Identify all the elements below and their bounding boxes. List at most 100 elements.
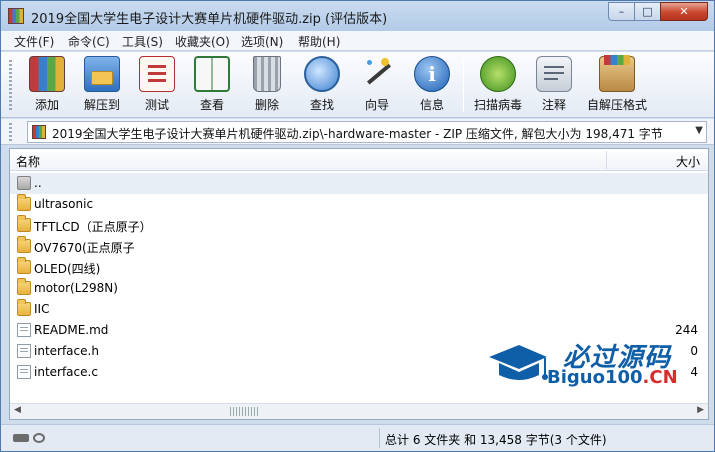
comment-label: 注释 [541,98,566,112]
file-row[interactable]: ultrasonic [10,194,708,215]
file-name: IIC [34,302,50,316]
view-label: 查看 [199,98,224,112]
key-icon[interactable] [33,433,45,443]
delete-label: 删除 [254,98,279,112]
info-button[interactable]: i 信息 [410,56,454,114]
title-bar[interactable]: 2019全国大学生电子设计大赛单片机硬件驱动.zip (评估版本) – □ ✕ [1,1,714,31]
add-label: 添加 [34,98,59,112]
extract-to-button[interactable]: 解压到 [79,56,125,114]
maximize-button[interactable]: □ [634,2,661,21]
file-name: interface.h [34,344,99,358]
find-button[interactable]: 查找 [300,56,344,114]
folder-icon [17,257,31,274]
toolbar-separator [463,58,464,112]
info-icon: i [414,56,450,92]
sfx-label: 自解压格式 [586,98,647,112]
wizard-label: 向导 [364,98,389,112]
menu-favorites[interactable]: 收藏夹(O) [175,33,230,50]
add-button[interactable]: 添加 [25,56,69,114]
wizard-icon [359,56,395,92]
minimize-button[interactable]: – [608,2,635,21]
file-size: 0 [690,344,698,358]
find-icon [304,56,340,92]
watermark-sub-main: Biguo100 [547,367,643,388]
column-size-header[interactable]: 大小 [676,153,700,170]
file-row[interactable]: IIC [10,299,708,320]
address-bar: 2019全国大学生电子设计大赛单片机硬件驱动.zip\-hardware-mas… [1,119,714,145]
wizard-button[interactable]: 向导 [355,56,399,114]
find-label: 查找 [309,98,334,112]
comment-icon [536,56,572,92]
document-icon [17,323,31,337]
delete-button[interactable]: 删除 [245,56,289,114]
sfx-icon [599,55,635,92]
watermark-sub-tld: .CN [642,367,678,388]
file-row-parent[interactable]: .. [10,173,708,194]
document-icon [17,365,31,379]
graduation-cap-icon [489,345,548,380]
sfx-button[interactable]: 自解压格式 [585,55,649,114]
address-grip[interactable] [9,123,12,141]
test-icon [139,56,175,92]
column-header: 名称 大小 [10,149,708,171]
file-name: motor(L298N) [34,281,118,295]
virus-scan-icon [480,56,516,92]
winrar-window: 2019全国大学生电子设计大赛单片机硬件驱动.zip (评估版本) – □ ✕ … [0,0,715,452]
status-bar: 总计 6 文件夹 和 13,458 字节(3 个文件) [1,424,714,451]
menu-options[interactable]: 选项(N) [241,33,283,50]
view-button[interactable]: 查看 [190,56,234,114]
file-name: interface.c [34,365,98,379]
window-title: 2019全国大学生电子设计大赛单片机硬件驱动.zip (评估版本) [31,12,388,27]
test-button[interactable]: 测试 [135,56,179,114]
file-name: ultrasonic [34,197,94,211]
winrar-app-icon[interactable] [8,8,24,24]
scroll-right-icon[interactable]: ▶ [697,405,704,415]
watermark-subtitle: Biguo100.CN [547,367,678,388]
horizontal-scrollbar[interactable]: ◀ ▶ [10,403,708,419]
watermark-logo: 必过源码 Biguo100.CN [487,337,687,393]
file-name: OLED(四线) [34,262,101,276]
view-icon [194,56,230,92]
column-name-header[interactable]: 名称 [16,153,40,170]
file-name: OV7670(正点原子 [34,241,135,255]
archive-icon [32,125,46,139]
menu-file[interactable]: 文件(F) [14,33,54,50]
menu-help[interactable]: 帮助(H) [298,33,340,50]
chevron-down-icon[interactable]: ▼ [695,125,703,136]
toolbar-grip[interactable] [9,60,12,112]
file-name: .. [34,176,42,190]
file-size: 244 [675,323,698,337]
address-field[interactable]: 2019全国大学生电子设计大赛单片机硬件驱动.zip\-hardware-mas… [27,121,707,143]
folder-icon [17,278,31,295]
folder-icon [17,299,31,316]
status-icons [13,432,47,444]
add-icon [29,56,65,92]
comment-button[interactable]: 注释 [532,56,576,114]
toolbar: 添加 解压到 测试 查看 删除 查找 向导 i 信息 扫描病毒 注释 自解压格式 [1,52,714,118]
scroll-left-icon[interactable]: ◀ [14,405,21,415]
extract-to-label: 解压到 [83,98,120,112]
document-icon [17,344,31,358]
menu-bar: 文件(F) 命令(C) 工具(S) 收藏夹(O) 选项(N) 帮助(H) [1,31,714,51]
column-divider[interactable] [606,151,607,169]
file-name: README.md [34,323,109,337]
folder-icon [17,194,31,211]
virus-scan-button[interactable]: 扫描病毒 [471,56,525,114]
file-row[interactable]: OLED(四线) [10,257,708,278]
file-size: 4 [690,365,698,379]
folder-icon [17,236,31,253]
file-row[interactable]: TFTLCD（正点原子） [10,215,708,236]
drive-icon[interactable] [13,434,29,442]
info-label: 信息 [419,98,444,112]
address-path: 2019全国大学生电子设计大赛单片机硬件驱动.zip\-hardware-mas… [52,127,663,141]
menu-tools[interactable]: 工具(S) [122,33,163,50]
test-label: 测试 [144,98,169,112]
menu-commands[interactable]: 命令(C) [68,33,110,50]
parent-folder-icon [17,176,31,190]
status-summary: 总计 6 文件夹 和 13,458 字节(3 个文件) [385,433,607,447]
file-row[interactable]: OV7670(正点原子 [10,236,708,257]
scrollbar-thumb[interactable] [230,407,260,416]
file-row[interactable]: motor(L298N) [10,278,708,299]
close-button[interactable]: ✕ [660,2,708,21]
status-divider [379,428,380,448]
